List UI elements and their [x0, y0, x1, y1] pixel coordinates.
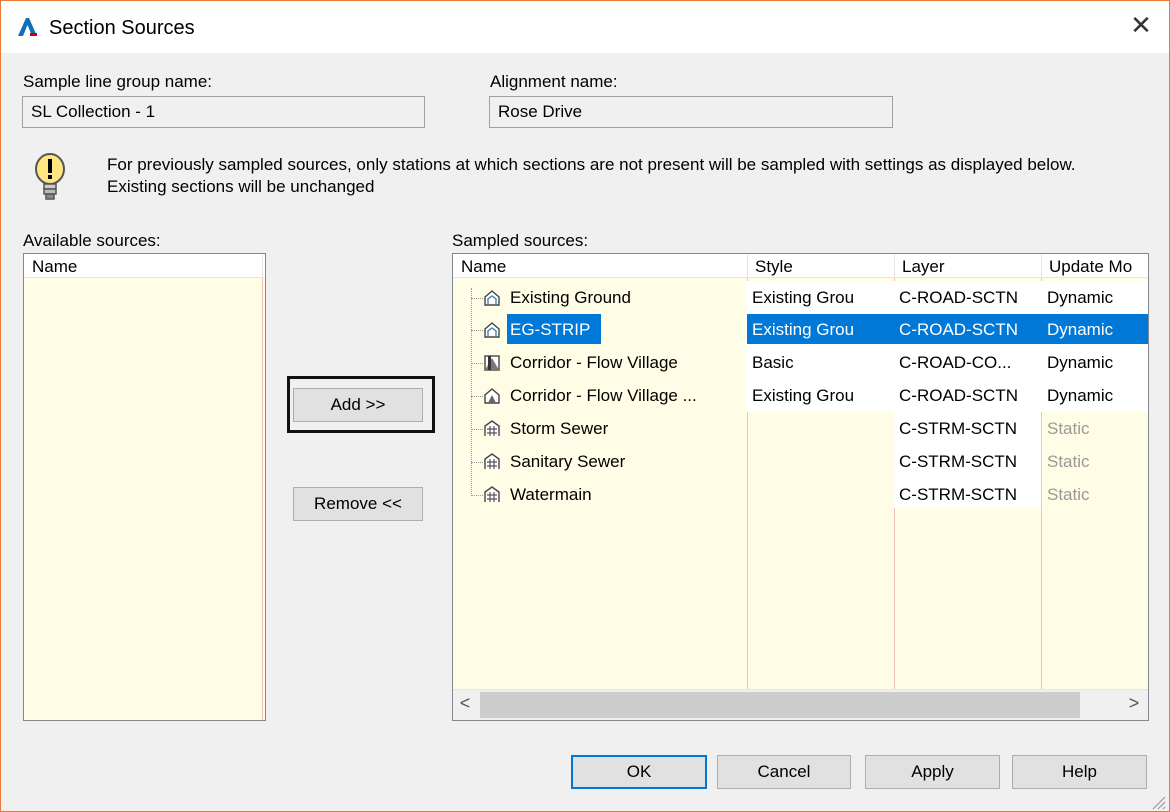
sampled-row-layer[interactable]: C-STRM-SCTN [899, 446, 1017, 478]
sampled-row-update[interactable]: Dynamic [1047, 282, 1113, 314]
title-bar: Section Sources ✕ [1, 1, 1169, 53]
sampled-row-name[interactable]: Corridor - Flow Village ... [510, 380, 697, 412]
sampled-sources-list[interactable]: Name Style Layer Update Mo Existing Grou… [452, 253, 1149, 721]
surface-icon [484, 290, 500, 306]
sampled-row-layer[interactable]: C-ROAD-CO... [899, 347, 1011, 379]
column-gridline [262, 278, 263, 720]
alignment-label: Alignment name: [490, 72, 618, 91]
corridor-surface-icon [484, 388, 500, 404]
sampled-row-name[interactable]: Sanitary Sewer [510, 446, 625, 478]
available-name-header[interactable]: Name [24, 254, 265, 278]
pipe-network-icon [484, 420, 500, 436]
header-separator [747, 254, 748, 278]
tree-connector [471, 363, 483, 364]
sampled-row-update: Static [1047, 452, 1090, 471]
scroll-left-arrow-icon[interactable]: < [455, 693, 475, 714]
sample-line-group-label: Sample line group name: [23, 72, 213, 91]
cancel-button[interactable]: Cancel [717, 755, 851, 789]
pipe-network-icon [484, 486, 500, 502]
sampled-row-style[interactable]: Existing Grou [752, 380, 854, 412]
info-message: For previously sampled sources, only sta… [107, 155, 1076, 196]
sampled-row-style[interactable]: Basic [752, 347, 794, 379]
sampled-layer-header[interactable]: Layer [894, 254, 1041, 278]
sampled-row-layer[interactable]: C-ROAD-SCTN [899, 314, 1018, 346]
sampled-row-layer[interactable]: C-STRM-SCTN [899, 413, 1017, 445]
sampled-row-style[interactable]: Existing Grou [752, 282, 854, 314]
sampled-row-name[interactable]: Watermain [510, 479, 592, 511]
sample-line-group-field[interactable]: SL Collection - 1 [22, 96, 425, 128]
sampled-style-header[interactable]: Style [747, 254, 894, 278]
header-separator [894, 254, 895, 278]
tree-connector [471, 396, 483, 397]
available-sources-list[interactable]: Name [23, 253, 266, 721]
tree-connector [471, 429, 483, 430]
alignment-field[interactable]: Rose Drive [489, 96, 893, 128]
close-icon[interactable]: ✕ [1129, 12, 1153, 38]
pipe-network-icon [484, 453, 500, 469]
tree-connector [471, 298, 483, 299]
scroll-right-arrow-icon[interactable]: > [1124, 693, 1144, 714]
sampled-sources-label: Sampled sources: [452, 231, 589, 250]
available-sources-label: Available sources: [23, 231, 161, 250]
apply-button[interactable]: Apply [865, 755, 1000, 789]
sampled-row-name[interactable]: Corridor - Flow Village [510, 347, 678, 379]
sampled-row-update[interactable]: Dynamic [1047, 347, 1113, 379]
header-separator [262, 254, 263, 278]
sampled-row-layer[interactable]: C-STRM-SCTN [899, 479, 1017, 511]
sampled-row-name[interactable]: EG-STRIP [510, 314, 590, 346]
sampled-row-name[interactable]: Storm Sewer [510, 413, 608, 445]
remove-button[interactable]: Remove << [293, 487, 423, 521]
add-button[interactable]: Add >> [293, 388, 423, 422]
resize-grip-icon[interactable] [1148, 792, 1166, 810]
sampled-row-update[interactable]: Dynamic [1047, 380, 1113, 412]
sampled-row-name[interactable]: Existing Ground [510, 282, 631, 314]
tree-connector [471, 330, 483, 331]
sampled-row-update: Static [1047, 485, 1090, 504]
corridor-icon [484, 355, 500, 371]
sampled-update-mode-header[interactable]: Update Mo [1041, 254, 1148, 278]
sampled-row-style[interactable]: Existing Grou [752, 314, 854, 346]
scrollbar-thumb[interactable] [480, 692, 1080, 718]
sampled-name-header[interactable]: Name [453, 254, 747, 278]
help-button[interactable]: Help [1012, 755, 1147, 789]
dialog-title: Section Sources [49, 17, 195, 39]
sampled-row-layer[interactable]: C-ROAD-SCTN [899, 380, 1018, 412]
sampled-row-layer[interactable]: C-ROAD-SCTN [899, 282, 1018, 314]
surface-icon [484, 322, 500, 338]
ok-button[interactable]: OK [571, 755, 707, 789]
autocad-app-icon [16, 16, 38, 38]
tree-connector [471, 288, 472, 496]
lightbulb-icon [35, 153, 65, 200]
sampled-row-update[interactable]: Dynamic [1047, 314, 1113, 346]
tree-connector [471, 462, 483, 463]
header-separator [1041, 254, 1042, 278]
tree-connector [471, 495, 483, 496]
sampled-row-update: Static [1047, 419, 1090, 438]
